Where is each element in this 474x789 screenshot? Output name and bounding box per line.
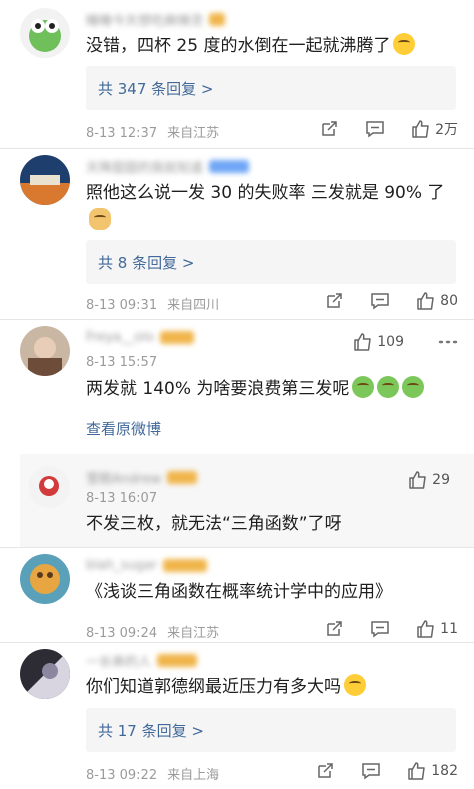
comment-icon[interactable] (370, 619, 390, 639)
timestamp: 8-13 09:31 (86, 298, 158, 313)
timestamp: 8-13 15:57 (86, 355, 158, 370)
comment-actions: 11 (324, 619, 458, 639)
timestamp: 8-13 16:07 (86, 491, 158, 506)
view-original-weibo-link[interactable]: 查看原微博 (86, 418, 161, 439)
comment-actions: 2万 (319, 119, 458, 139)
comment-text: 《浅谈三角函数在概率统计学中的应用》 (86, 582, 392, 602)
comment-icon[interactable] (361, 761, 381, 781)
like-button[interactable]: 109 (353, 332, 404, 352)
like-count: 29 (432, 472, 450, 488)
view-replies-button[interactable]: 共 17 条回复 > (86, 708, 456, 752)
comment-actions: 182 (315, 761, 458, 781)
like-count: 109 (377, 334, 404, 350)
location: 来自江苏 (167, 126, 220, 141)
username[interactable]: blah_sugar (86, 556, 208, 574)
comment-5: 一长串的人 你们知道郭德纲最近压力有多大吗 共 17 条回复 > 8-13 09… (0, 643, 474, 789)
comment-text: 你们知道郭德纲最近压力有多大吗 (86, 673, 450, 701)
comment-text: 两发就 140% 为啥要浪费第三发呢 (86, 375, 450, 403)
comment-meta: 8-13 09:31 来自四川 (86, 294, 219, 313)
avatar[interactable] (28, 466, 70, 508)
frog-emoji (402, 376, 425, 398)
comment-text: 没错，四杯 25 度的水倒在一起就沸腾了 (86, 32, 450, 60)
username[interactable]: 睡睡今天想吃麻辣烫 (86, 10, 226, 29)
comment-meta: 8-13 09:24 来自江苏 (86, 622, 219, 641)
timestamp: 8-13 12:37 (86, 126, 158, 141)
like-count: 182 (431, 763, 458, 779)
share-icon[interactable] (324, 291, 344, 311)
location: 来自上海 (167, 768, 220, 783)
like-button[interactable]: 182 (407, 761, 458, 781)
comment-3: Freya__olo 8-13 15:57 109 两发就 140% 为啥要浪费… (0, 320, 474, 547)
like-button[interactable]: 80 (416, 291, 458, 311)
reply-text: 不发三枚，就无法“三角函数”了呀 (86, 514, 342, 534)
username[interactable]: Freya__olo (86, 328, 194, 346)
more-options-icon[interactable] (438, 332, 458, 352)
comment-actions: 80 (324, 291, 458, 311)
laughing-tears-emoji (344, 674, 366, 696)
like-count: 11 (440, 621, 458, 637)
thumbs-up-icon (416, 619, 436, 639)
thumbs-up-icon (353, 332, 373, 352)
thumbs-up-icon (416, 291, 436, 311)
avatar[interactable] (20, 8, 70, 58)
share-icon[interactable] (324, 619, 344, 639)
location: 来自江苏 (167, 626, 220, 641)
avatar[interactable] (20, 554, 70, 604)
comment-1: 睡睡今天想吃麻辣烫 没错，四杯 25 度的水倒在一起就沸腾了 共 347 条回复… (0, 0, 474, 148)
timestamp: 8-13 09:22 (86, 768, 158, 783)
like-button[interactable]: 11 (416, 619, 458, 639)
comment-2: 天降甜甜的我就知道 照他这么说一发 30 的失败率 三发就是 90% 了 共 8… (0, 149, 474, 319)
comment-4: blah_sugar 《浅谈三角函数在概率统计学中的应用》 8-13 09:24… (0, 548, 474, 642)
share-icon[interactable] (315, 761, 335, 781)
frog-emoji (377, 376, 400, 398)
like-button[interactable]: 29 (408, 470, 450, 490)
username[interactable]: 雪糕Andrew (86, 468, 198, 487)
view-replies-button[interactable]: 共 8 条回复 > (86, 240, 456, 284)
thumbs-up-icon (411, 119, 431, 139)
comment-meta: 8-13 09:22 来自上海 (86, 764, 219, 783)
sweat-smile-emoji (393, 33, 416, 55)
avatar[interactable] (20, 326, 70, 376)
like-count: 80 (440, 293, 458, 309)
avatar[interactable] (20, 649, 70, 699)
username[interactable]: 天降甜甜的我就知道 (86, 157, 250, 176)
comment-meta: 8-13 12:37 来自江苏 (86, 122, 219, 141)
nested-reply: 雪糕Andrew 8-13 16:07 29 不发三枚，就无法“三角函数”了呀 (20, 454, 474, 547)
view-replies-button[interactable]: 共 347 条回复 > (86, 66, 456, 110)
doge-emoji (89, 208, 111, 230)
timestamp: 8-13 09:24 (86, 626, 158, 641)
like-button[interactable]: 2万 (411, 119, 458, 139)
share-icon[interactable] (319, 119, 339, 139)
avatar[interactable] (20, 155, 70, 205)
comment-text: 照他这么说一发 30 的失败率 三发就是 90% 了 (86, 179, 450, 235)
comment-icon[interactable] (370, 291, 390, 311)
thumbs-up-icon (408, 470, 428, 490)
location: 来自四川 (167, 298, 220, 313)
comment-icon[interactable] (365, 119, 385, 139)
frog-emoji (352, 376, 375, 398)
username[interactable]: 一长串的人 (86, 651, 198, 670)
thumbs-up-icon (407, 761, 427, 781)
like-count: 2万 (435, 122, 458, 138)
